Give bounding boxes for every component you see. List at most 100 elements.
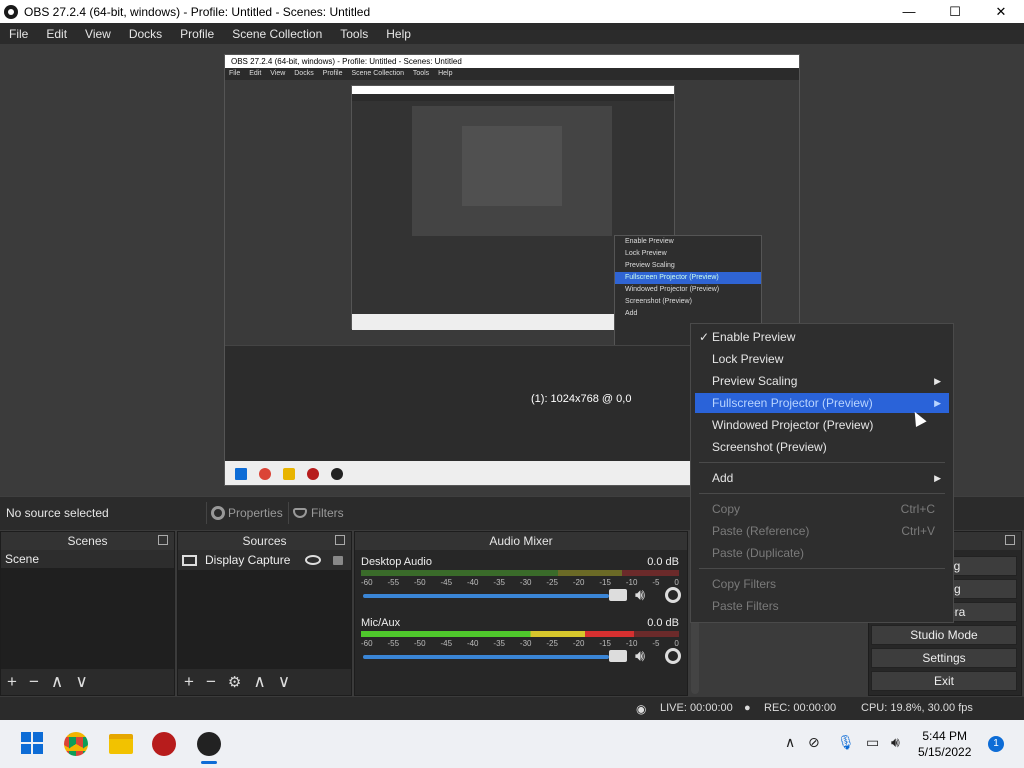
volume-slider-handle[interactable] <box>609 650 627 662</box>
pv-menu-scene-collection: Scene Collection <box>351 70 404 77</box>
meter-tick-label: -25 <box>546 639 558 648</box>
pv-menu-file: File <box>229 70 241 77</box>
settings-button[interactable]: Settings <box>871 648 1017 668</box>
menu-item-screenshot[interactable]: Screenshot (Preview) <box>695 437 949 457</box>
channel-db: 0.0 dB <box>647 556 679 568</box>
obs-icon[interactable] <box>197 732 221 756</box>
notification-badge[interactable]: 1 <box>988 736 1004 752</box>
lock-icon[interactable] <box>333 555 343 565</box>
chevron-up-icon[interactable]: ∧ <box>785 734 795 751</box>
menu-scene-collection[interactable]: Scene Collection <box>223 27 331 41</box>
meter-tick-label: -40 <box>466 578 479 587</box>
volume-slider[interactable] <box>363 594 609 598</box>
pv-ctx-item: Preview Scaling <box>625 262 675 269</box>
source-item[interactable]: Display Capture <box>178 550 351 570</box>
preview-context-menu: ✓ Enable Preview Lock Preview Preview Sc… <box>690 323 954 623</box>
menu-help[interactable]: Help <box>377 27 420 41</box>
studio-mode-button[interactable]: Studio Mode <box>871 625 1017 645</box>
volume-slider[interactable] <box>363 655 609 659</box>
meet-now-icon[interactable]: ⊘ <box>808 734 820 751</box>
remove-source-icon[interactable]: − <box>206 672 216 692</box>
filters-label: Filters <box>311 506 344 520</box>
undock-icon[interactable] <box>1005 535 1015 545</box>
live-icon: ◉ <box>636 702 647 716</box>
pv-ctx-item: Add <box>625 310 638 317</box>
sources-footer: + − ⚙ ∧ ∨ <box>178 669 351 695</box>
close-button[interactable]: ✕ <box>978 0 1024 23</box>
volume-slider-handle[interactable] <box>609 589 627 601</box>
scenes-header: Scenes <box>1 532 174 550</box>
eye-icon[interactable] <box>305 555 321 565</box>
chrome-icon[interactable] <box>64 732 88 756</box>
checkmark-icon: ✓ <box>699 330 710 344</box>
menu-item-add[interactable]: Add ▶ <box>695 468 949 488</box>
gear-icon[interactable] <box>665 587 681 603</box>
speaker-icon[interactable]: 🔊︎ <box>635 648 645 666</box>
menu-view[interactable]: View <box>76 27 120 41</box>
menu-item-copy-filters[interactable]: Copy Filters <box>695 574 949 594</box>
menu-bar: File Edit View Docks Profile Scene Colle… <box>0 23 1024 44</box>
menu-docks[interactable]: Docks <box>120 27 171 41</box>
mixer-channel-mic-aux: Mic/Aux 0.0 dB -60 -55 -50 -45 -40 -35 -30 -25 -… <box>359 617 683 677</box>
menu-item-paste-duplicate[interactable]: Paste (Duplicate) <box>695 543 949 563</box>
properties-label: Properties <box>228 506 283 520</box>
network-icon[interactable]: ▭ <box>866 734 879 751</box>
submenu-arrow-icon: ▶ <box>934 473 941 483</box>
window-title: OBS 27.2.4 (64-bit, windows) - Profile: … <box>24 4 371 19</box>
speaker-icon[interactable]: 🔊︎ <box>891 734 900 751</box>
menu-item-copy[interactable]: Copy Ctrl+C <box>695 499 949 519</box>
undock-icon[interactable] <box>158 535 168 545</box>
move-up-icon[interactable]: ∧ <box>253 672 265 692</box>
sources-title: Sources <box>242 534 287 548</box>
mixer-header: Audio Mixer <box>355 532 687 550</box>
move-down-icon[interactable]: ∨ <box>278 672 290 692</box>
file-explorer-icon[interactable] <box>109 734 133 754</box>
move-down-icon[interactable]: ∨ <box>75 672 87 692</box>
menu-item-lock-preview[interactable]: Lock Preview <box>695 349 949 369</box>
source-settings-icon[interactable]: ⚙ <box>228 673 241 691</box>
menu-item-enable-preview[interactable]: ✓ Enable Preview <box>695 327 949 347</box>
menu-item-preview-scaling[interactable]: Preview Scaling ▶ <box>695 371 949 391</box>
add-source-icon[interactable]: + <box>184 672 194 692</box>
pv-folder-icon <box>283 468 295 480</box>
meter-tick-label: -35 <box>493 578 505 587</box>
properties-button[interactable]: Properties <box>206 502 287 524</box>
speaker-icon[interactable]: 🔊︎ <box>635 587 645 605</box>
meter-tick-label: -35 <box>493 639 505 648</box>
windows-start-icon[interactable] <box>21 732 45 756</box>
monitor-icon <box>182 554 197 566</box>
menu-file[interactable]: File <box>0 27 37 41</box>
pv-menu-edit: Edit <box>249 70 262 77</box>
clock[interactable]: 5:44 PM 5/15/2022 <box>918 728 971 760</box>
sources-header: Sources <box>178 532 351 550</box>
scene-item[interactable]: Scene <box>1 550 174 568</box>
menu-item-label: Enable Preview <box>712 330 796 344</box>
move-up-icon[interactable]: ∧ <box>51 672 63 692</box>
meter-tick-label: -50 <box>413 578 426 587</box>
mixer-body: Desktop Audio 0.0 dB -60 -55 -50 -45 -40 -35 -… <box>355 550 687 695</box>
app-icon[interactable] <box>152 732 176 756</box>
nested-title-bar <box>352 86 674 94</box>
menu-profile[interactable]: Profile <box>171 27 223 41</box>
microphone-icon[interactable]: 🎙︎ <box>837 734 855 751</box>
status-bar: ◉ LIVE: 00:00:00 ● REC: 00:00:00 CPU: 19… <box>0 697 1024 720</box>
meter-tick-label: -45 <box>440 639 453 648</box>
meter-tick-label: -60 <box>361 639 373 648</box>
preview-resolution-label: (1): 1024x768 @ 0,0 <box>531 393 632 405</box>
menu-item-paste-reference[interactable]: Paste (Reference) Ctrl+V <box>695 521 949 541</box>
gear-icon[interactable] <box>665 648 681 664</box>
menu-item-fullscreen-projector[interactable]: Fullscreen Projector (Preview) ▶ <box>695 393 949 413</box>
undock-icon[interactable] <box>335 535 345 545</box>
add-scene-icon[interactable]: + <box>7 672 17 692</box>
remove-scene-icon[interactable]: − <box>29 672 39 692</box>
pv-menu-docks: Docks <box>294 70 314 77</box>
menu-edit[interactable]: Edit <box>37 27 76 41</box>
menu-item-label: Paste (Reference) <box>712 524 810 538</box>
menu-tools[interactable]: Tools <box>331 27 377 41</box>
exit-button[interactable]: Exit <box>871 671 1017 691</box>
menu-item-paste-filters[interactable]: Paste Filters <box>695 596 949 616</box>
minimize-button[interactable]: — <box>886 0 932 23</box>
filters-button[interactable]: Filters <box>288 502 348 524</box>
cpu-status: CPU: 19.8%, 30.00 fps <box>861 702 973 714</box>
maximize-button[interactable]: ☐ <box>932 0 978 23</box>
